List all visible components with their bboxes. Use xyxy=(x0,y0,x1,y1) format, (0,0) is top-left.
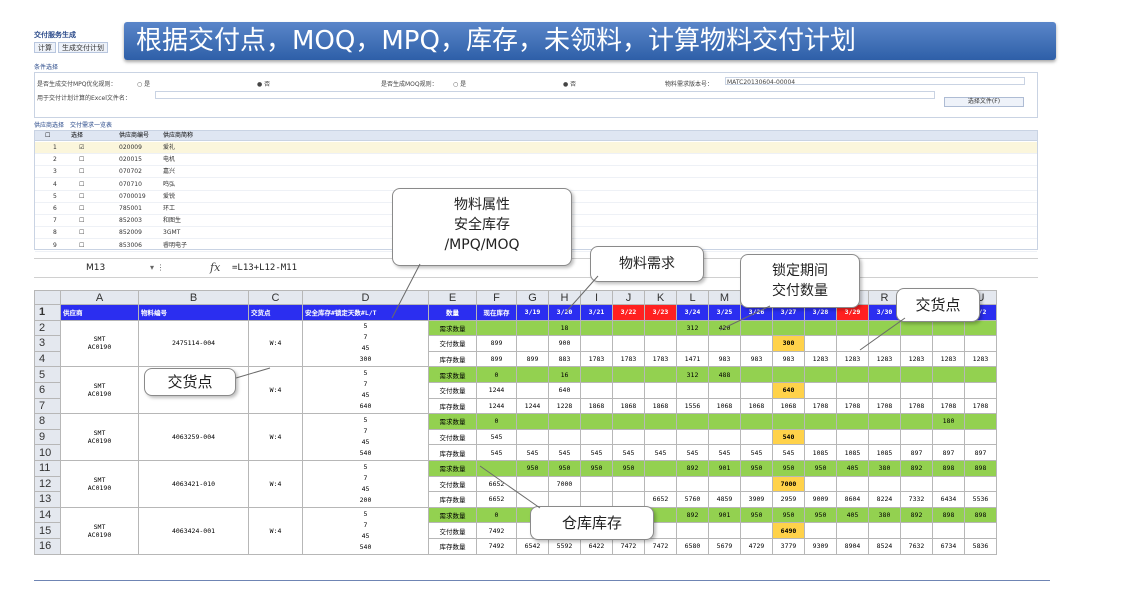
pointer-material-attr xyxy=(391,263,421,319)
pointer-warehouse-stock xyxy=(479,465,541,509)
pointer-delivery-point-top xyxy=(859,317,906,351)
callout-pointers xyxy=(235,263,906,509)
pointer-material-demand xyxy=(565,275,599,313)
pointer-lock-period xyxy=(719,305,771,331)
pointer-delivery-point-left xyxy=(235,367,271,379)
